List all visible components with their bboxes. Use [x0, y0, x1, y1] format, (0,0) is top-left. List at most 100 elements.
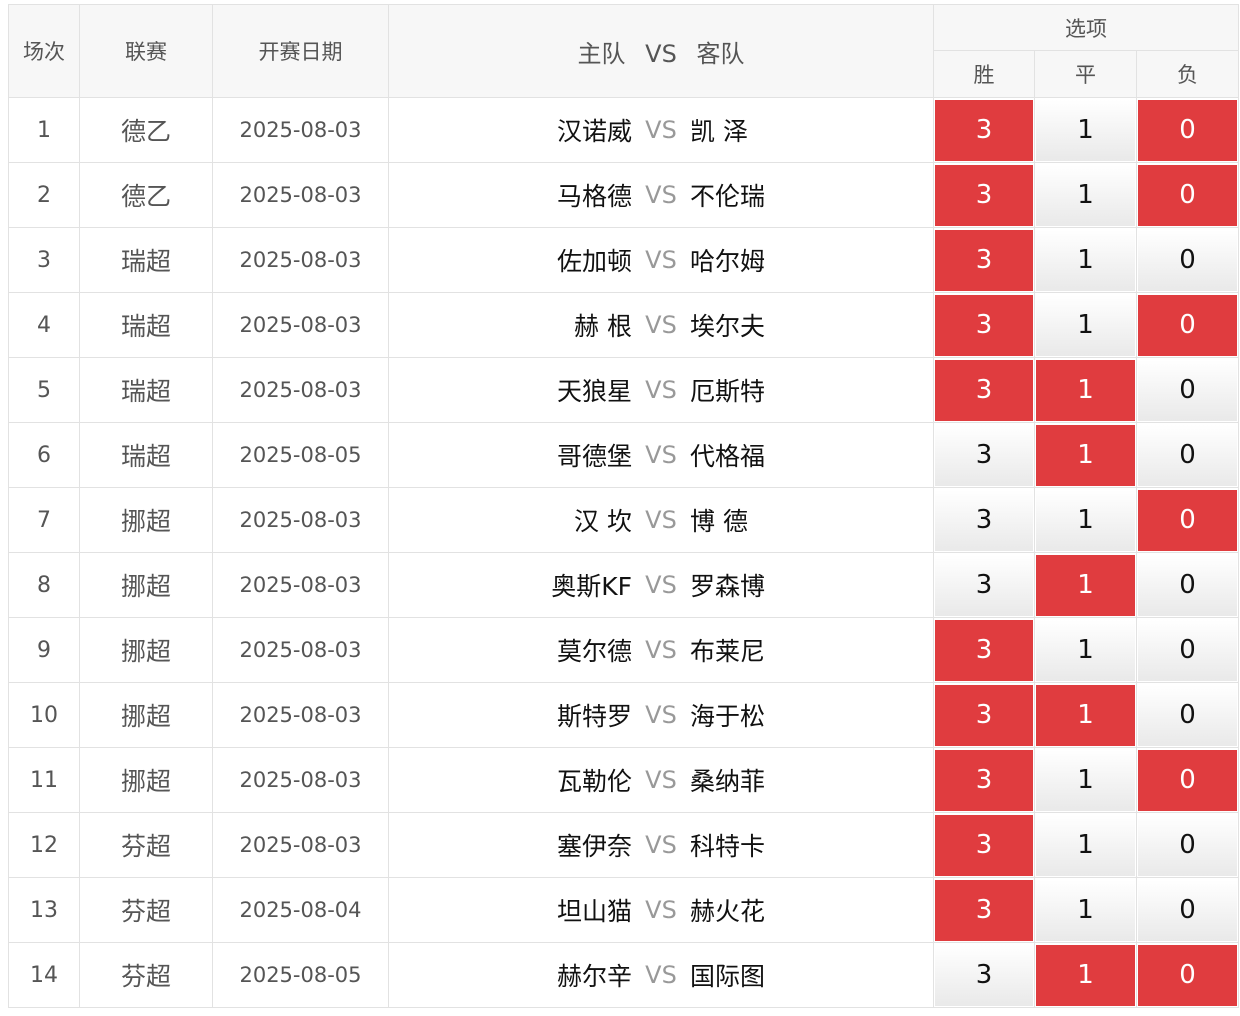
- home-team: 斯特罗: [556, 702, 632, 731]
- option-win-button[interactable]: 3: [935, 554, 1033, 616]
- match-number: 11: [8, 747, 80, 813]
- option-draw-button[interactable]: 1: [1036, 814, 1135, 876]
- match-date: 2025-08-03: [212, 162, 389, 228]
- option-win-cell: 3: [933, 292, 1035, 358]
- option-draw-button[interactable]: 1: [1036, 879, 1135, 941]
- option-lose-button[interactable]: 0: [1138, 229, 1238, 291]
- option-draw-button[interactable]: 1: [1036, 489, 1135, 551]
- option-win-button[interactable]: 3: [935, 294, 1033, 356]
- vs-label: VS: [645, 896, 677, 924]
- league-name: 瑞超: [79, 422, 213, 488]
- option-win-button[interactable]: 3: [935, 749, 1033, 811]
- match-number: 9: [8, 617, 80, 683]
- option-draw-button[interactable]: 1: [1036, 164, 1135, 226]
- option-win-button[interactable]: 3: [935, 99, 1033, 161]
- option-draw-button[interactable]: 1: [1036, 99, 1135, 161]
- option-lose-button[interactable]: 0: [1138, 684, 1238, 746]
- away-team: 罗森博: [690, 572, 766, 601]
- table-row: 12 芬超 2025-08-03 塞伊奈 VS 科特卡 3 1 0: [8, 812, 1240, 878]
- match-teams: 赫尔辛 VS 国际图: [388, 942, 934, 1008]
- away-team: 不伦瑞: [690, 182, 766, 211]
- option-draw-button[interactable]: 1: [1036, 359, 1135, 421]
- option-draw-button[interactable]: 1: [1036, 944, 1135, 1006]
- home-team: 汉 坎: [574, 507, 632, 536]
- option-win-cell: 3: [933, 812, 1035, 878]
- away-team: 布莱尼: [690, 637, 766, 666]
- table-row: 9 挪超 2025-08-03 莫尔德 VS 布莱尼 3 1 0: [8, 617, 1240, 683]
- option-lose-button[interactable]: 0: [1138, 879, 1238, 941]
- match-teams: 塞伊奈 VS 科特卡: [388, 812, 934, 878]
- away-team: 国际图: [690, 962, 766, 991]
- vs-label: VS: [645, 376, 677, 404]
- option-draw-button[interactable]: 1: [1036, 619, 1135, 681]
- header-date: 开赛日期: [212, 4, 389, 98]
- option-draw-button[interactable]: 1: [1036, 749, 1135, 811]
- option-win-button[interactable]: 3: [935, 164, 1033, 226]
- option-win-cell: 3: [933, 227, 1035, 293]
- match-number: 7: [8, 487, 80, 553]
- home-team: 汉诺威: [556, 117, 632, 146]
- home-team: 赫尔辛: [556, 962, 632, 991]
- league-name: 德乙: [79, 97, 213, 163]
- option-lose-button[interactable]: 0: [1138, 619, 1238, 681]
- option-win-button[interactable]: 3: [935, 489, 1033, 551]
- option-lose-button[interactable]: 0: [1138, 99, 1238, 161]
- option-win-button[interactable]: 3: [935, 944, 1033, 1006]
- table-row: 4 瑞超 2025-08-03 赫 根 VS 埃尔夫 3 1 0: [8, 292, 1240, 358]
- option-lose-button[interactable]: 0: [1138, 749, 1238, 811]
- option-lose-button[interactable]: 0: [1138, 424, 1238, 486]
- league-name: 挪超: [79, 747, 213, 813]
- vs-label: VS: [645, 636, 677, 664]
- option-lose-cell: 0: [1135, 357, 1240, 423]
- option-draw-cell: 1: [1034, 747, 1137, 813]
- match-number: 6: [8, 422, 80, 488]
- vs-label: VS: [645, 181, 677, 209]
- home-team: 瓦勒伦: [556, 767, 632, 796]
- option-lose-button[interactable]: 0: [1138, 814, 1238, 876]
- option-lose-cell: 0: [1135, 747, 1240, 813]
- home-team: 奥斯KF: [551, 572, 632, 601]
- option-win-cell: 3: [933, 162, 1035, 228]
- option-lose-button[interactable]: 0: [1138, 944, 1238, 1006]
- option-lose-button[interactable]: 0: [1138, 164, 1238, 226]
- option-draw-button[interactable]: 1: [1036, 424, 1135, 486]
- header-match: 主队 VS 客队: [388, 4, 934, 98]
- header-league: 联赛: [79, 4, 213, 98]
- match-date: 2025-08-03: [212, 357, 389, 423]
- option-win-button[interactable]: 3: [935, 814, 1033, 876]
- match-teams: 斯特罗 VS 海于松: [388, 682, 934, 748]
- option-lose-button[interactable]: 0: [1138, 489, 1238, 551]
- home-team: 赫 根: [574, 312, 632, 341]
- option-lose-button[interactable]: 0: [1138, 554, 1238, 616]
- option-win-cell: 3: [933, 617, 1035, 683]
- match-number: 14: [8, 942, 80, 1008]
- match-date: 2025-08-05: [212, 942, 389, 1008]
- option-win-cell: 3: [933, 422, 1035, 488]
- match-teams: 哥德堡 VS 代格福: [388, 422, 934, 488]
- option-lose-cell: 0: [1135, 617, 1240, 683]
- option-draw-button[interactable]: 1: [1036, 684, 1135, 746]
- league-name: 芬超: [79, 877, 213, 943]
- option-win-cell: 3: [933, 552, 1035, 618]
- away-team: 海于松: [690, 702, 766, 731]
- match-date: 2025-08-04: [212, 877, 389, 943]
- option-win-button[interactable]: 3: [935, 229, 1033, 291]
- home-team: 佐加顿: [556, 247, 632, 276]
- option-draw-button[interactable]: 1: [1036, 229, 1135, 291]
- option-win-button[interactable]: 3: [935, 424, 1033, 486]
- option-win-button[interactable]: 3: [935, 879, 1033, 941]
- match-date: 2025-08-03: [212, 812, 389, 878]
- option-win-button[interactable]: 3: [935, 359, 1033, 421]
- option-draw-button[interactable]: 1: [1036, 294, 1135, 356]
- option-lose-button[interactable]: 0: [1138, 294, 1238, 356]
- header-opt-draw: 平: [1034, 50, 1137, 98]
- option-win-button[interactable]: 3: [935, 619, 1033, 681]
- option-draw-cell: 1: [1034, 682, 1137, 748]
- option-win-button[interactable]: 3: [935, 684, 1033, 746]
- option-draw-button[interactable]: 1: [1036, 554, 1135, 616]
- away-team: 厄斯特: [690, 377, 766, 406]
- option-lose-button[interactable]: 0: [1138, 359, 1238, 421]
- league-name: 瑞超: [79, 357, 213, 423]
- option-lose-cell: 0: [1135, 552, 1240, 618]
- table-row: 2 德乙 2025-08-03 马格德 VS 不伦瑞 3 1 0: [8, 162, 1240, 228]
